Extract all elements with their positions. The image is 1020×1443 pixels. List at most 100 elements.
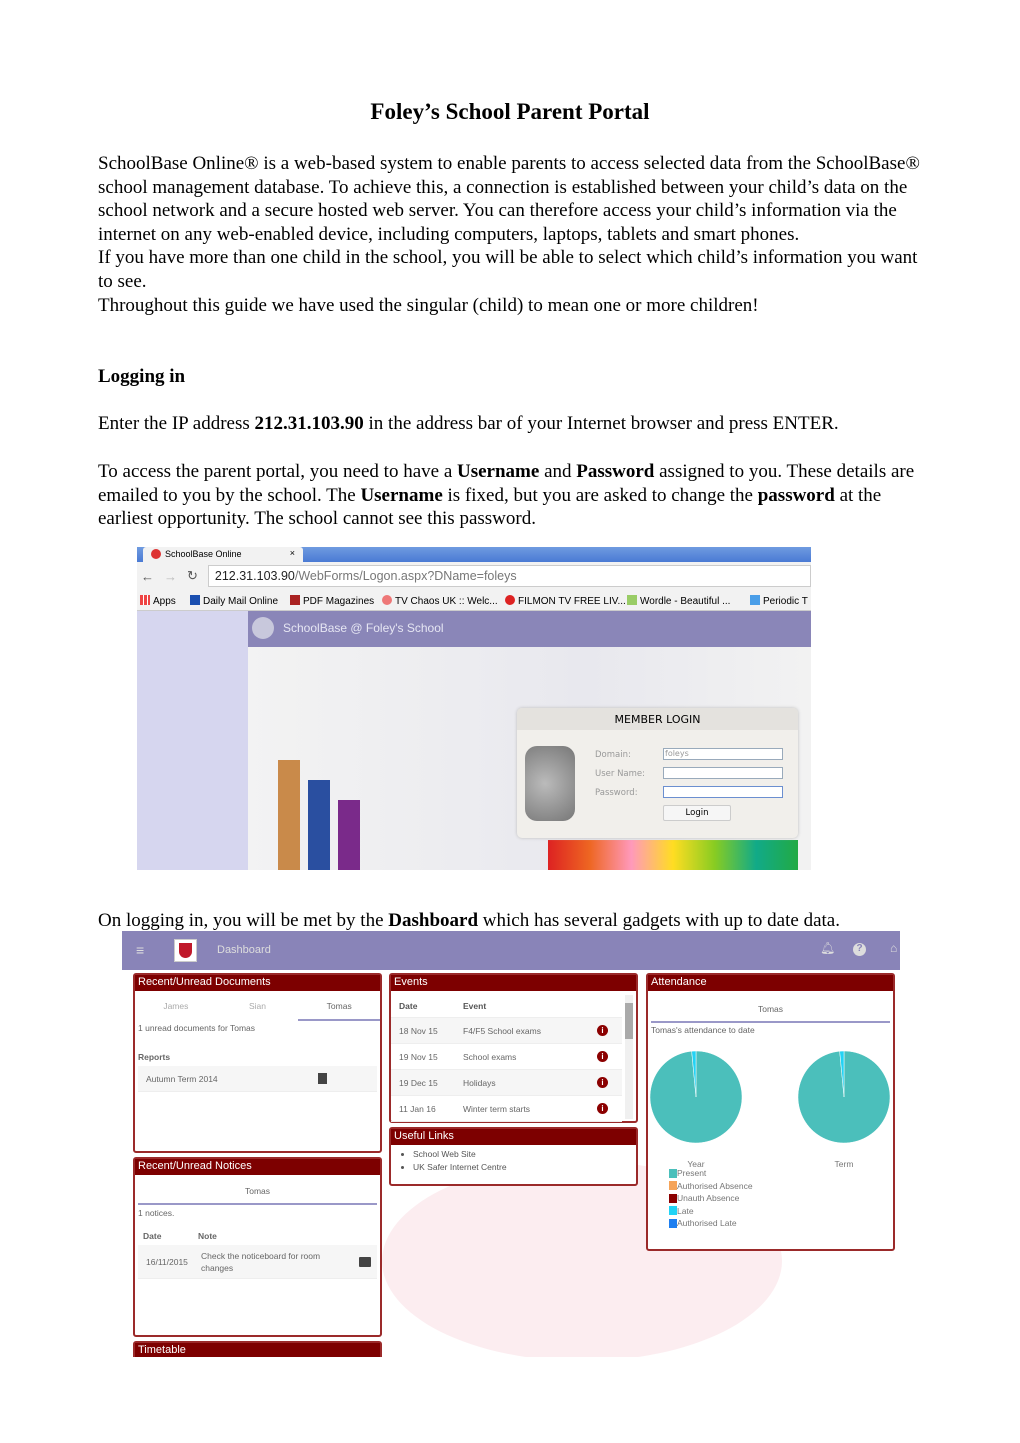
app-header: SchoolBase @ Foley's School xyxy=(248,611,811,647)
useful-links-panel: Useful Links School Web Site UK Safer In… xyxy=(389,1127,638,1186)
page-title: Foley’s School Parent Portal xyxy=(370,99,650,124)
legend-swatch xyxy=(669,1206,677,1216)
event-date: 19 Nov 15 xyxy=(399,1051,438,1062)
link-uk-safer-internet[interactable]: UK Safer Internet Centre xyxy=(413,1161,636,1174)
legend-label: Present xyxy=(677,1168,707,1179)
legend-item: Unauth Absence xyxy=(669,1192,893,1205)
bell-icon[interactable]: 🔔︎ xyxy=(820,941,835,955)
bookmark[interactable]: TV Chaos UK :: Welc... xyxy=(382,595,498,607)
bookmark[interactable]: FILMON TV FREE LIV... xyxy=(505,595,626,607)
text: Username xyxy=(360,484,443,506)
intro: SchoolBase Online® is a web-based system… xyxy=(98,152,928,317)
scrollbar-thumb[interactable] xyxy=(625,1003,633,1039)
bookmark-icon xyxy=(190,595,200,605)
comment-icon[interactable] xyxy=(359,1256,371,1267)
col-date: Date xyxy=(399,1001,418,1011)
password-input[interactable] xyxy=(663,786,783,798)
ip-instruction: Enter the IP address 212.31.103.90 in th… xyxy=(98,412,928,436)
attendance-subtitle: Tomas's attendance to date xyxy=(651,1025,755,1035)
legend-item: Authorised Late xyxy=(669,1217,893,1230)
info-icon[interactable]: i xyxy=(597,1051,608,1062)
pie-label: Term xyxy=(835,1159,854,1167)
back-icon[interactable]: ← xyxy=(141,569,154,584)
text: password xyxy=(757,484,835,506)
panel-title: Timetable xyxy=(135,1343,380,1357)
document-name: Autumn Term 2014 xyxy=(146,1073,218,1084)
bookmark-icon xyxy=(627,595,637,605)
text: Password xyxy=(576,461,655,482)
event-row[interactable]: 19 Dec 15 Holidays i xyxy=(391,1070,622,1096)
pencil-row xyxy=(548,840,798,870)
login-screenshot: SchoolBase Online × ← → ↻ 212.31.103.90/Web… xyxy=(137,547,811,870)
password-label: Password: xyxy=(595,788,638,798)
legend-swatch xyxy=(669,1168,677,1178)
events-panel: Events Date Event 18 Nov 15 F4/F5 School e… xyxy=(389,973,638,1123)
panel-title: Events xyxy=(391,975,636,991)
event-date: 11 Jan 16 xyxy=(399,1103,436,1114)
text: which has several gadgets with up to dat… xyxy=(478,910,840,931)
bookmark-icon xyxy=(382,595,392,605)
bookmark[interactable]: Daily Mail Online xyxy=(190,595,278,607)
bookmark-apps[interactable]: Apps xyxy=(140,595,176,607)
info-icon[interactable]: i xyxy=(597,1025,608,1036)
pencil xyxy=(308,780,330,870)
text: is fixed, but you are asked to change th… xyxy=(442,484,758,506)
logging-heading: Logging in xyxy=(98,366,186,387)
label: PDF Magazines xyxy=(303,596,375,607)
label: Wordle - Beautiful ... xyxy=(640,596,731,607)
documents-summary: 1 unread documents for Tomas xyxy=(138,1023,256,1033)
link-school-web-site[interactable]: School Web Site xyxy=(413,1148,636,1161)
label: Daily Mail Online xyxy=(203,596,279,607)
url-path: /WebForms/Logon.aspx?DName=foleys xyxy=(294,569,517,583)
tab-sian[interactable]: Sian xyxy=(217,1001,299,1011)
tab-tomas[interactable]: Tomas xyxy=(298,991,381,1021)
document-icon[interactable] xyxy=(318,1073,327,1084)
events-header: Date Event xyxy=(391,991,622,1018)
col-note: Note xyxy=(198,1231,217,1241)
notices-header: Date Note xyxy=(135,1221,380,1245)
text: and xyxy=(539,461,577,482)
forward-icon[interactable]: → xyxy=(164,569,177,584)
notices-summary: 1 notices. xyxy=(138,1208,175,1218)
login-button[interactable]: Login xyxy=(663,805,731,821)
close-tab-icon[interactable]: × xyxy=(290,548,295,558)
event-row[interactable]: 18 Nov 15 F4/F5 School exams i xyxy=(391,1018,622,1044)
intro-p1: SchoolBase Online® is a web-based system… xyxy=(98,153,920,245)
bookmark[interactable]: Periodic T xyxy=(750,595,808,607)
legend-swatch xyxy=(669,1193,677,1203)
reload-icon[interactable]: ↻ xyxy=(187,568,198,584)
tab-bar: SchoolBase Online × xyxy=(137,547,811,562)
pencil xyxy=(338,800,360,870)
bookmark[interactable]: PDF Magazines xyxy=(290,595,374,607)
info-icon[interactable]: i xyxy=(597,1103,608,1114)
text: in the address bar of your Internet brow… xyxy=(363,413,839,434)
panel-title: Recent/Unread Documents xyxy=(135,975,380,991)
home-icon[interactable]: ⌂ xyxy=(890,941,897,955)
events-scrollbar[interactable] xyxy=(625,995,633,1119)
dashboard-intro: On logging in, you will be met by the Da… xyxy=(98,909,928,933)
help-icon[interactable]: ? xyxy=(853,943,866,956)
tab-james[interactable]: James xyxy=(135,1001,217,1011)
child-tab-tomas[interactable]: Tomas xyxy=(651,991,890,1023)
documents-panel: Recent/Unread Documents James Sian Tomas… xyxy=(133,973,382,1153)
legend-swatch xyxy=(669,1181,677,1191)
attendance-legend: Present Authorised Absence Unauth Absence L… xyxy=(648,1167,893,1230)
url-input[interactable]: 212.31.103.90/WebForms/Logon.aspx?DName=… xyxy=(207,565,811,587)
bookmark[interactable]: Wordle - Beautiful ... xyxy=(627,595,730,607)
intro-p2: If you have more than one child in the s… xyxy=(98,247,918,292)
event-date: 18 Nov 15 xyxy=(399,1025,438,1036)
menu-icon[interactable]: ≡ xyxy=(136,942,144,958)
notice-row[interactable]: 16/11/2015 Check the noticeboard for room… xyxy=(138,1245,377,1279)
event-row[interactable]: 11 Jan 16 Winter term starts i xyxy=(391,1096,622,1122)
address-bar-row: ← → ↻ 212.31.103.90/WebForms/Logon.aspx?DN… xyxy=(137,562,811,590)
domain-input[interactable]: foleys xyxy=(663,748,783,760)
event-row[interactable]: 19 Nov 15 School exams i xyxy=(391,1044,622,1070)
document-row[interactable]: Autumn Term 2014 xyxy=(138,1066,377,1092)
child-tab-tomas[interactable]: Tomas xyxy=(138,1175,377,1205)
credentials-paragraph: To access the parent portal, you need to… xyxy=(98,460,928,531)
tab-title: SchoolBase Online xyxy=(165,549,242,559)
attendance-panel: Attendance Tomas Tomas's attendance to d… xyxy=(646,973,895,1251)
username-input[interactable] xyxy=(663,767,783,779)
info-icon[interactable]: i xyxy=(597,1077,608,1088)
browser-tab[interactable]: SchoolBase Online × xyxy=(143,547,303,562)
